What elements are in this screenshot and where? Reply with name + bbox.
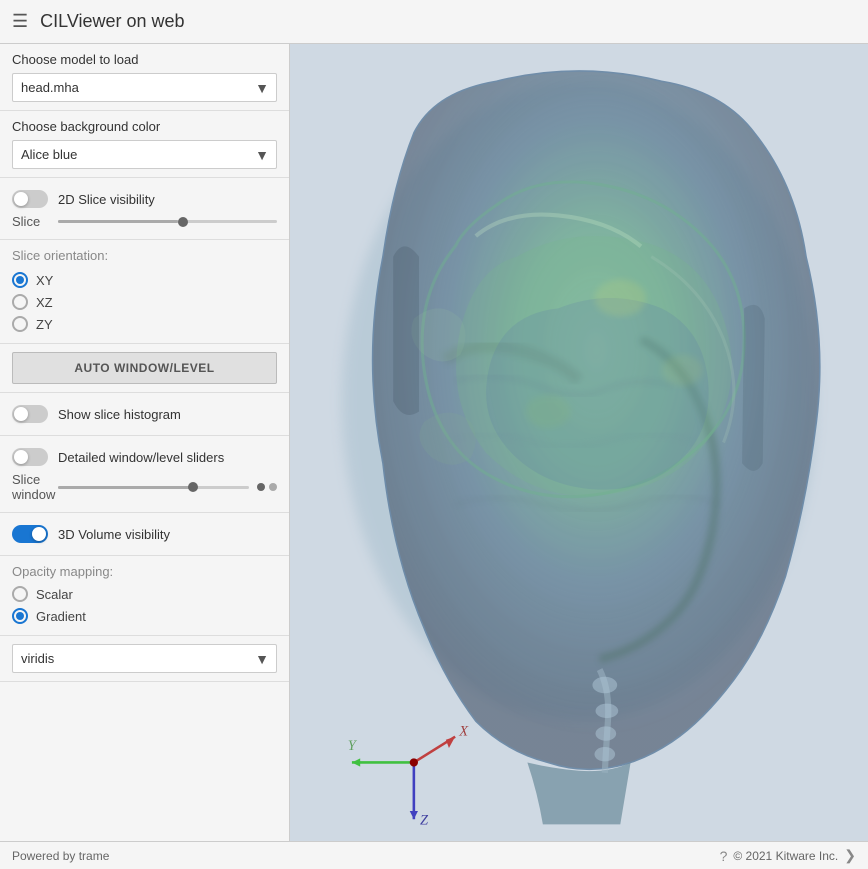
- histogram-section: Show slice histogram: [0, 393, 289, 436]
- opacity-scalar-radio[interactable]: [12, 586, 28, 602]
- colormap-select[interactable]: viridis plasma inferno: [12, 644, 277, 673]
- slider-dot-2: [269, 483, 277, 491]
- detailed-section: Detailed window/level sliders Slice wind…: [0, 436, 289, 513]
- left-scroll[interactable]: Choose model to load head.mha brain.mha …: [0, 44, 289, 841]
- histogram-toggle-thumb: [14, 407, 28, 421]
- svg-text:Z: Z: [420, 812, 429, 828]
- slice-window-thumb1[interactable]: [188, 482, 198, 492]
- footer-left: Powered by trame: [12, 849, 109, 863]
- left-panel: Choose model to load head.mha brain.mha …: [0, 44, 290, 841]
- app-title: CILViewer on web: [40, 11, 184, 32]
- slice-slider-fill: [58, 220, 178, 223]
- colormap-select-wrapper: viridis plasma inferno ▼: [12, 644, 277, 673]
- detailed-label: Detailed window/level sliders: [58, 450, 224, 465]
- opacity-gradient-label: Gradient: [36, 609, 86, 624]
- opacity-scalar-row[interactable]: Scalar: [12, 583, 277, 605]
- detailed-toggle-row: Detailed window/level sliders: [12, 444, 277, 470]
- opacity-gradient-row[interactable]: Gradient: [12, 605, 277, 627]
- slice-section: 2D Slice visibility Slice: [0, 178, 289, 240]
- opacity-section: Opacity mapping: Scalar Gradient: [0, 556, 289, 636]
- orientation-label: Slice orientation:: [12, 248, 277, 263]
- colormap-section: viridis plasma inferno ▼: [0, 636, 289, 682]
- title-bar: ☰ CILViewer on web: [0, 0, 868, 44]
- model-label: Choose model to load: [12, 52, 277, 67]
- model-section: Choose model to load head.mha brain.mha …: [0, 44, 289, 111]
- footer: Powered by trame ? © 2021 Kitware Inc. ❯: [0, 841, 868, 869]
- chevron-right-icon[interactable]: ❯: [844, 847, 856, 864]
- slice-window-row: Slice window: [12, 470, 277, 504]
- orientation-zy-label: ZY: [36, 317, 53, 332]
- detailed-toggle-thumb: [14, 450, 28, 464]
- slice-window-track[interactable]: [58, 486, 249, 489]
- volume-section: 3D Volume visibility: [0, 513, 289, 556]
- slice-visibility-label: 2D Slice visibility: [58, 192, 155, 207]
- opacity-label: Opacity mapping:: [12, 564, 277, 579]
- slice-slider-label: Slice: [12, 214, 50, 229]
- powered-by-text: Powered by trame: [12, 849, 109, 863]
- volume-visibility-toggle[interactable]: [12, 525, 48, 543]
- bg-color-label: Choose background color: [12, 119, 277, 134]
- slice-slider-thumb[interactable]: [178, 217, 188, 227]
- viewport[interactable]: Y X Z: [290, 44, 868, 841]
- slice-window-label: Slice window: [12, 472, 50, 502]
- orientation-xz-radio[interactable]: [12, 294, 28, 310]
- model-select-wrapper: head.mha brain.mha ▼: [12, 73, 277, 102]
- help-icon[interactable]: ?: [720, 848, 728, 864]
- model-select[interactable]: head.mha brain.mha: [12, 73, 277, 102]
- opacity-gradient-radio[interactable]: [12, 608, 28, 624]
- slice-window-dots: [257, 483, 277, 491]
- orientation-xy-radio-inner: [16, 276, 24, 284]
- copyright-text: © 2021 Kitware Inc.: [733, 849, 838, 863]
- auto-window-button[interactable]: AUTO WINDOW/LEVEL: [12, 352, 277, 384]
- slider-dot-1: [257, 483, 265, 491]
- orientation-xz-row[interactable]: XZ: [12, 291, 277, 313]
- orientation-zy-radio[interactable]: [12, 316, 28, 332]
- volume-toggle-thumb: [32, 527, 46, 541]
- hamburger-icon[interactable]: ☰: [12, 11, 28, 32]
- opacity-gradient-radio-inner: [16, 612, 24, 620]
- footer-right: ? © 2021 Kitware Inc. ❯: [720, 847, 856, 864]
- svg-text:X: X: [458, 724, 469, 740]
- orientation-xz-label: XZ: [36, 295, 53, 310]
- histogram-toggle[interactable]: [12, 405, 48, 423]
- slice-slider-row: Slice: [12, 212, 277, 231]
- slice-visibility-row: 2D Slice visibility: [12, 186, 277, 212]
- bg-color-select-wrapper: Alice blue White Black ▼: [12, 140, 277, 169]
- slice-slider-track[interactable]: [58, 220, 277, 223]
- slice-window-fill: [58, 486, 192, 489]
- histogram-toggle-row: Show slice histogram: [12, 401, 277, 427]
- bg-color-section: Choose background color Alice blue White…: [0, 111, 289, 178]
- head-visualization: Y X Z: [290, 44, 868, 841]
- main-layout: Choose model to load head.mha brain.mha …: [0, 44, 868, 841]
- volume-label: 3D Volume visibility: [58, 527, 170, 542]
- orientation-xy-radio[interactable]: [12, 272, 28, 288]
- orientation-zy-row[interactable]: ZY: [12, 313, 277, 335]
- orientation-xy-label: XY: [36, 273, 53, 288]
- bg-color-select[interactable]: Alice blue White Black: [12, 140, 277, 169]
- orientation-section: Slice orientation: XY XZ ZY: [0, 240, 289, 344]
- volume-toggle-row: 3D Volume visibility: [12, 521, 277, 547]
- orientation-xy-row[interactable]: XY: [12, 269, 277, 291]
- opacity-scalar-label: Scalar: [36, 587, 73, 602]
- svg-text:Y: Y: [348, 738, 358, 754]
- slice-toggle-thumb: [14, 192, 28, 206]
- slice-visibility-toggle[interactable]: [12, 190, 48, 208]
- detailed-toggle[interactable]: [12, 448, 48, 466]
- auto-window-section: AUTO WINDOW/LEVEL: [0, 344, 289, 393]
- histogram-label: Show slice histogram: [58, 407, 181, 422]
